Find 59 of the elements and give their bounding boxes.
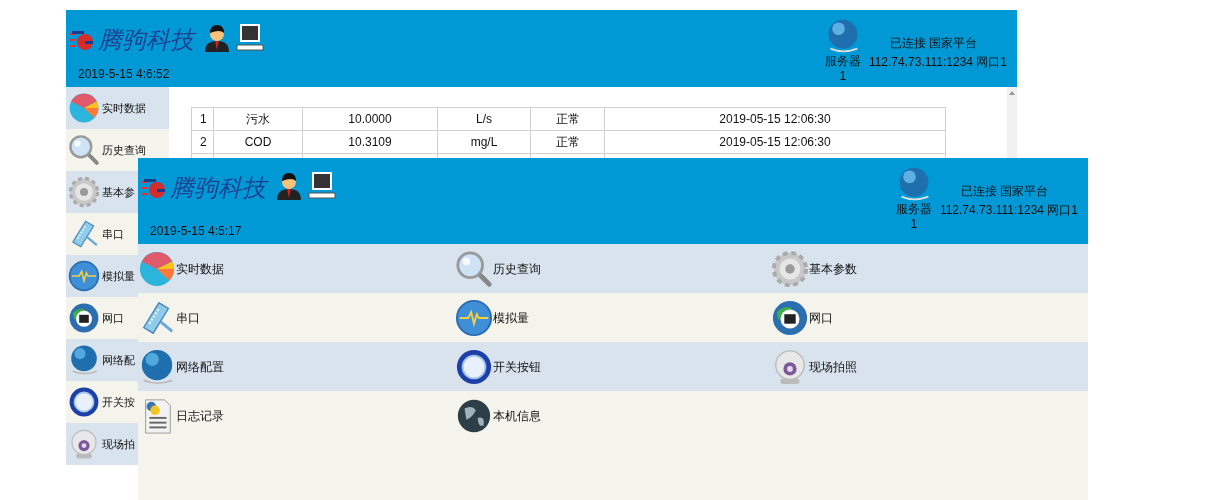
user-icon — [274, 170, 304, 200]
sidebar-item[interactable]: 串口 — [66, 213, 138, 255]
menu-item[interactable]: 实时数据 — [138, 244, 455, 293]
pie-chart-icon — [138, 249, 176, 288]
table-cell: 2019-05-15 12:06:30 — [604, 130, 946, 154]
table-cell: mg/L — [437, 130, 531, 154]
scroll-up-icon[interactable] — [1009, 91, 1015, 95]
server-label: 服务器 — [895, 202, 932, 217]
magnifier-icon — [68, 134, 100, 166]
menu-item[interactable]: 基本参数 — [771, 244, 1088, 293]
menu-item[interactable]: 现场拍照 — [771, 342, 1088, 391]
clock-text: 2019-5-15 4:5:17 — [149, 223, 243, 240]
webcam-icon — [68, 428, 100, 460]
computer-icon — [308, 170, 336, 200]
user-icon — [202, 22, 232, 52]
table-cell: 10.3109 — [302, 130, 438, 154]
computer-icon — [236, 22, 264, 52]
gear-icon — [68, 176, 100, 208]
connection-status: 已连接 国家平台 — [960, 184, 1049, 199]
table-cell: COD — [213, 130, 303, 154]
logo-icon — [70, 30, 94, 52]
sidebar-item[interactable]: 实时数据 — [66, 87, 169, 129]
table-cell: 1 — [191, 107, 214, 131]
waveform-icon — [68, 260, 100, 292]
sidebar-item[interactable]: 网口 — [66, 297, 138, 339]
clock-text: 2019-5-15 4:6:52 — [77, 66, 171, 83]
power-button-icon — [454, 347, 493, 386]
table-cell: L/s — [437, 107, 531, 131]
server-number: 1 — [910, 217, 918, 232]
menu-item[interactable]: 历史查询 — [454, 244, 772, 293]
sidebar-item[interactable]: 模拟量 — [66, 255, 138, 297]
sidebar-item[interactable]: 网络配 — [66, 339, 138, 381]
magnifier-icon — [454, 249, 493, 288]
table-cell: 正常 — [530, 107, 605, 131]
table-cell: 2 — [191, 130, 214, 154]
network-port-icon — [771, 298, 810, 337]
server-address: 112.74.73.111:1234 网口1 — [939, 203, 1078, 218]
table-cell: 10.0000 — [302, 107, 438, 131]
table-cell: 2019-05-15 12:06:30 — [604, 107, 946, 131]
server-label: 服务器 — [824, 54, 861, 69]
waveform-icon — [454, 298, 493, 337]
menu-item[interactable]: 开关按钮 — [454, 342, 772, 391]
server-address: 112.74.73.111:1234 网口1 — [868, 55, 1007, 70]
sidebar-item[interactable]: 开关按 — [66, 381, 138, 423]
connection-status: 已连接 国家平台 — [889, 36, 978, 51]
scrollbar[interactable] — [1007, 87, 1017, 158]
globe-icon — [68, 344, 100, 376]
sidebar-item[interactable]: 基本参 — [66, 171, 138, 213]
power-button-icon — [68, 386, 100, 418]
table-cell: 正常 — [530, 130, 605, 154]
menu-item[interactable]: 网络配置 — [138, 342, 455, 391]
sidebar-item[interactable]: 历史查询 — [66, 129, 169, 171]
server-number: 1 — [839, 69, 847, 84]
network-port-icon — [68, 302, 100, 334]
sidebar-item[interactable]: 现场拍 — [66, 423, 138, 465]
table-cell: 污水 — [213, 107, 303, 131]
pie-chart-icon — [68, 92, 100, 124]
logo-icon — [142, 178, 166, 200]
gear-icon — [771, 249, 810, 288]
